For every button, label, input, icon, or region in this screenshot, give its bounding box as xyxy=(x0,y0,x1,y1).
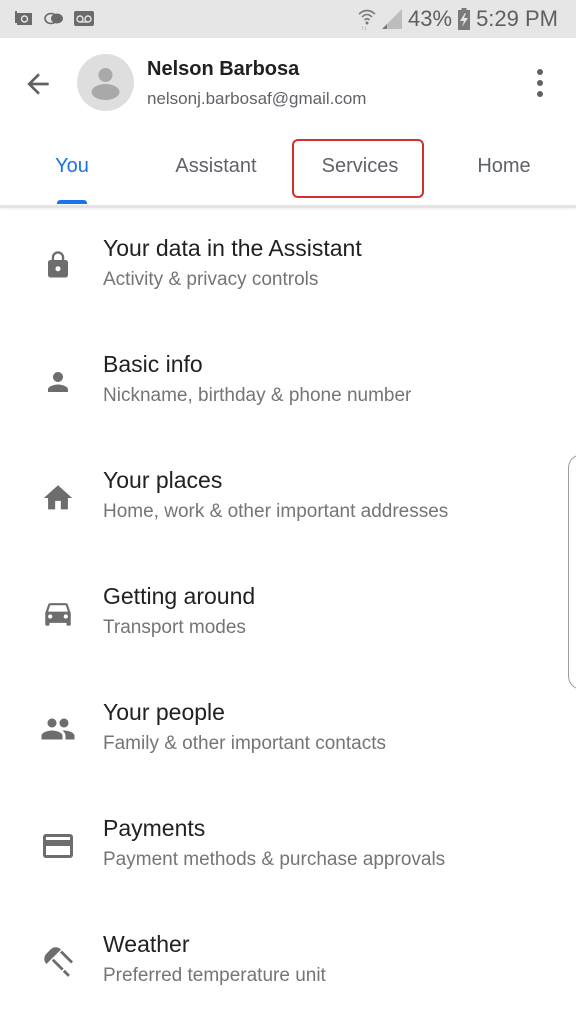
battery-percent: 43% xyxy=(408,6,453,31)
account-name: Nelson Barbosa xyxy=(147,58,300,80)
battery-charging-icon xyxy=(458,8,471,30)
item-title: Your people xyxy=(103,699,225,725)
account-email: nelsonj.barbosaf@gmail.com xyxy=(147,89,367,108)
list-item-your-places[interactable]: Your places Home, work & other important… xyxy=(0,440,576,556)
wifi-icon: ↑↓ xyxy=(358,9,376,30)
list-item-payments[interactable]: Payments Payment methods & purchase appr… xyxy=(0,788,576,904)
arrow-back-icon xyxy=(27,73,49,95)
default-avatar-icon xyxy=(91,68,120,100)
tab-assistant[interactable]: Assistant xyxy=(156,130,276,202)
svg-text:↑↓: ↑↓ xyxy=(361,26,367,30)
list-item-your-people[interactable]: Your people Family & other important con… xyxy=(0,672,576,788)
home-icon xyxy=(38,478,78,518)
edge-panel-handle[interactable] xyxy=(568,454,576,690)
list-item-getting-around[interactable]: Getting around Transport modes xyxy=(0,556,576,672)
item-title: Basic info xyxy=(103,351,203,377)
avatar[interactable] xyxy=(77,54,134,111)
item-subtitle: Activity & privacy controls xyxy=(103,269,319,290)
services-highlight-annotation xyxy=(292,139,424,198)
account-header: Nelson Barbosa nelsonj.barbosaf@gmail.co… xyxy=(0,38,576,130)
list-item-basic-info[interactable]: Basic info Nickname, birthday & phone nu… xyxy=(0,324,576,440)
item-subtitle: Family & other important contacts xyxy=(103,733,386,754)
tab-bar: You Assistant Services Home xyxy=(0,130,576,206)
credit-card-icon xyxy=(38,826,78,866)
dw-app-icon xyxy=(44,12,63,25)
person-icon xyxy=(38,362,78,402)
more-options-button[interactable] xyxy=(530,66,550,102)
settings-list: Your data in the Assistant Activity & pr… xyxy=(0,208,576,1020)
back-button[interactable] xyxy=(22,68,54,100)
signal-icon xyxy=(382,9,403,29)
item-subtitle: Preferred temperature unit xyxy=(103,965,326,986)
item-title: Your data in the Assistant xyxy=(103,235,362,261)
item-title: Your places xyxy=(103,467,223,493)
item-subtitle: Home, work & other important addresses xyxy=(103,501,449,522)
umbrella-icon xyxy=(38,941,78,981)
item-subtitle: Transport modes xyxy=(103,617,246,638)
list-item-weather[interactable]: Weather Preferred temperature unit xyxy=(0,904,576,1020)
tab-home[interactable]: Home xyxy=(454,130,554,202)
item-title: Payments xyxy=(103,815,206,841)
screenshot-icon xyxy=(15,11,32,25)
car-icon xyxy=(38,593,78,633)
more-vert-icon xyxy=(537,69,543,97)
list-item-your-data[interactable]: Your data in the Assistant Activity & pr… xyxy=(0,208,576,324)
tab-you[interactable]: You xyxy=(22,130,122,202)
item-subtitle: Nickname, birthday & phone number xyxy=(103,385,412,406)
item-subtitle: Payment methods & purchase approvals xyxy=(103,849,446,870)
clock: 5:29 PM xyxy=(476,6,558,31)
item-title: Getting around xyxy=(103,583,256,609)
voicemail-icon xyxy=(74,11,94,26)
active-tab-indicator xyxy=(57,200,87,204)
item-title: Weather xyxy=(103,931,190,957)
lock-icon xyxy=(38,245,78,285)
status-bar: ↑↓ 43% 5:29 PM xyxy=(0,0,576,38)
people-icon xyxy=(38,709,78,749)
